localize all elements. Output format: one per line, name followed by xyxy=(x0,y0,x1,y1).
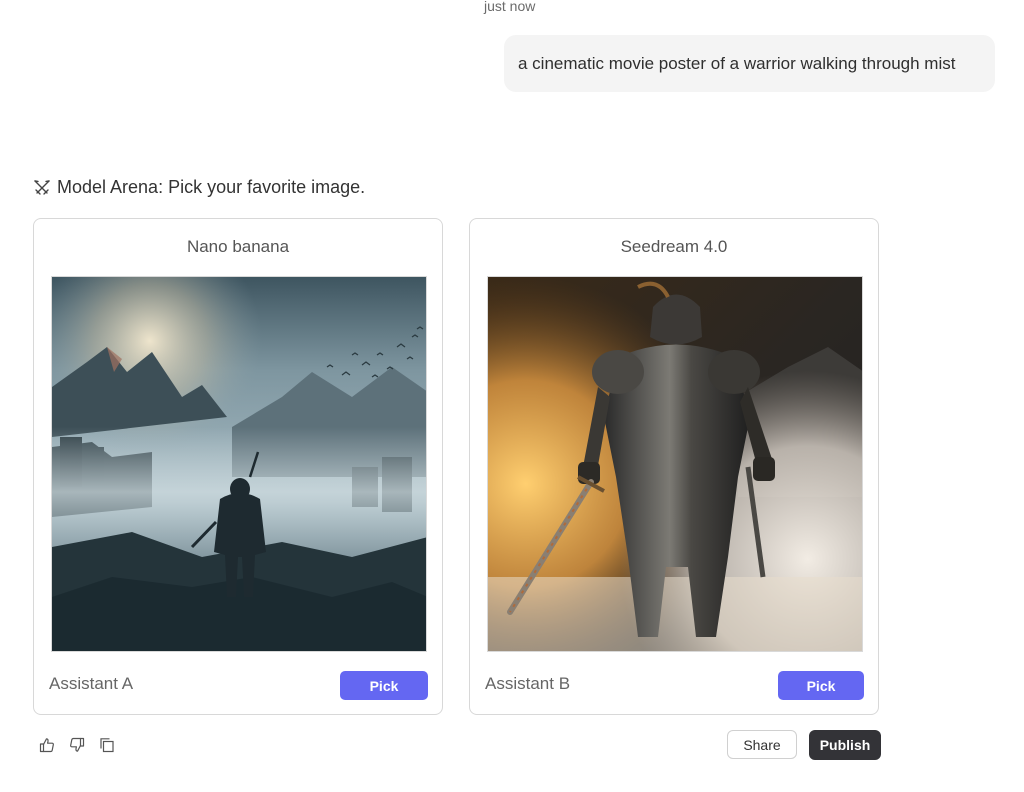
user-message-bubble: a cinematic movie poster of a warrior wa… xyxy=(504,35,995,92)
thumbs-down-icon[interactable] xyxy=(68,736,86,754)
message-timestamp: just now xyxy=(484,0,536,14)
chat-page: just now a cinematic movie poster of a w… xyxy=(0,0,1024,792)
arena-card-a: Nano banana Assistant A Pick xyxy=(33,218,443,715)
assistant-label: Assistant A xyxy=(49,674,134,693)
pick-button-b[interactable]: Pick xyxy=(778,671,864,700)
feedback-actions xyxy=(38,736,116,754)
pick-button-a[interactable]: Pick xyxy=(340,671,428,700)
swords-icon xyxy=(33,179,51,197)
model-name: Nano banana xyxy=(186,237,290,256)
arena-heading: Model Arena: Pick your favorite image. xyxy=(33,177,365,198)
thumbs-up-icon[interactable] xyxy=(38,736,56,754)
model-name: Seedream 4.0 xyxy=(620,237,728,256)
arena-heading-text: Model Arena: Pick your favorite image. xyxy=(57,177,366,197)
generated-image-b[interactable] xyxy=(487,276,863,652)
copy-icon[interactable] xyxy=(98,736,116,754)
generated-image-a[interactable] xyxy=(51,276,427,652)
arena-card-b: Seedream 4.0 Assistant B Pick xyxy=(469,218,879,715)
assistant-label: Assistant B xyxy=(485,674,571,693)
user-prompt-text: a cinematic movie poster of a warrior wa… xyxy=(518,53,956,73)
share-button[interactable]: Share xyxy=(727,730,797,759)
publish-button[interactable]: Publish xyxy=(809,730,881,760)
